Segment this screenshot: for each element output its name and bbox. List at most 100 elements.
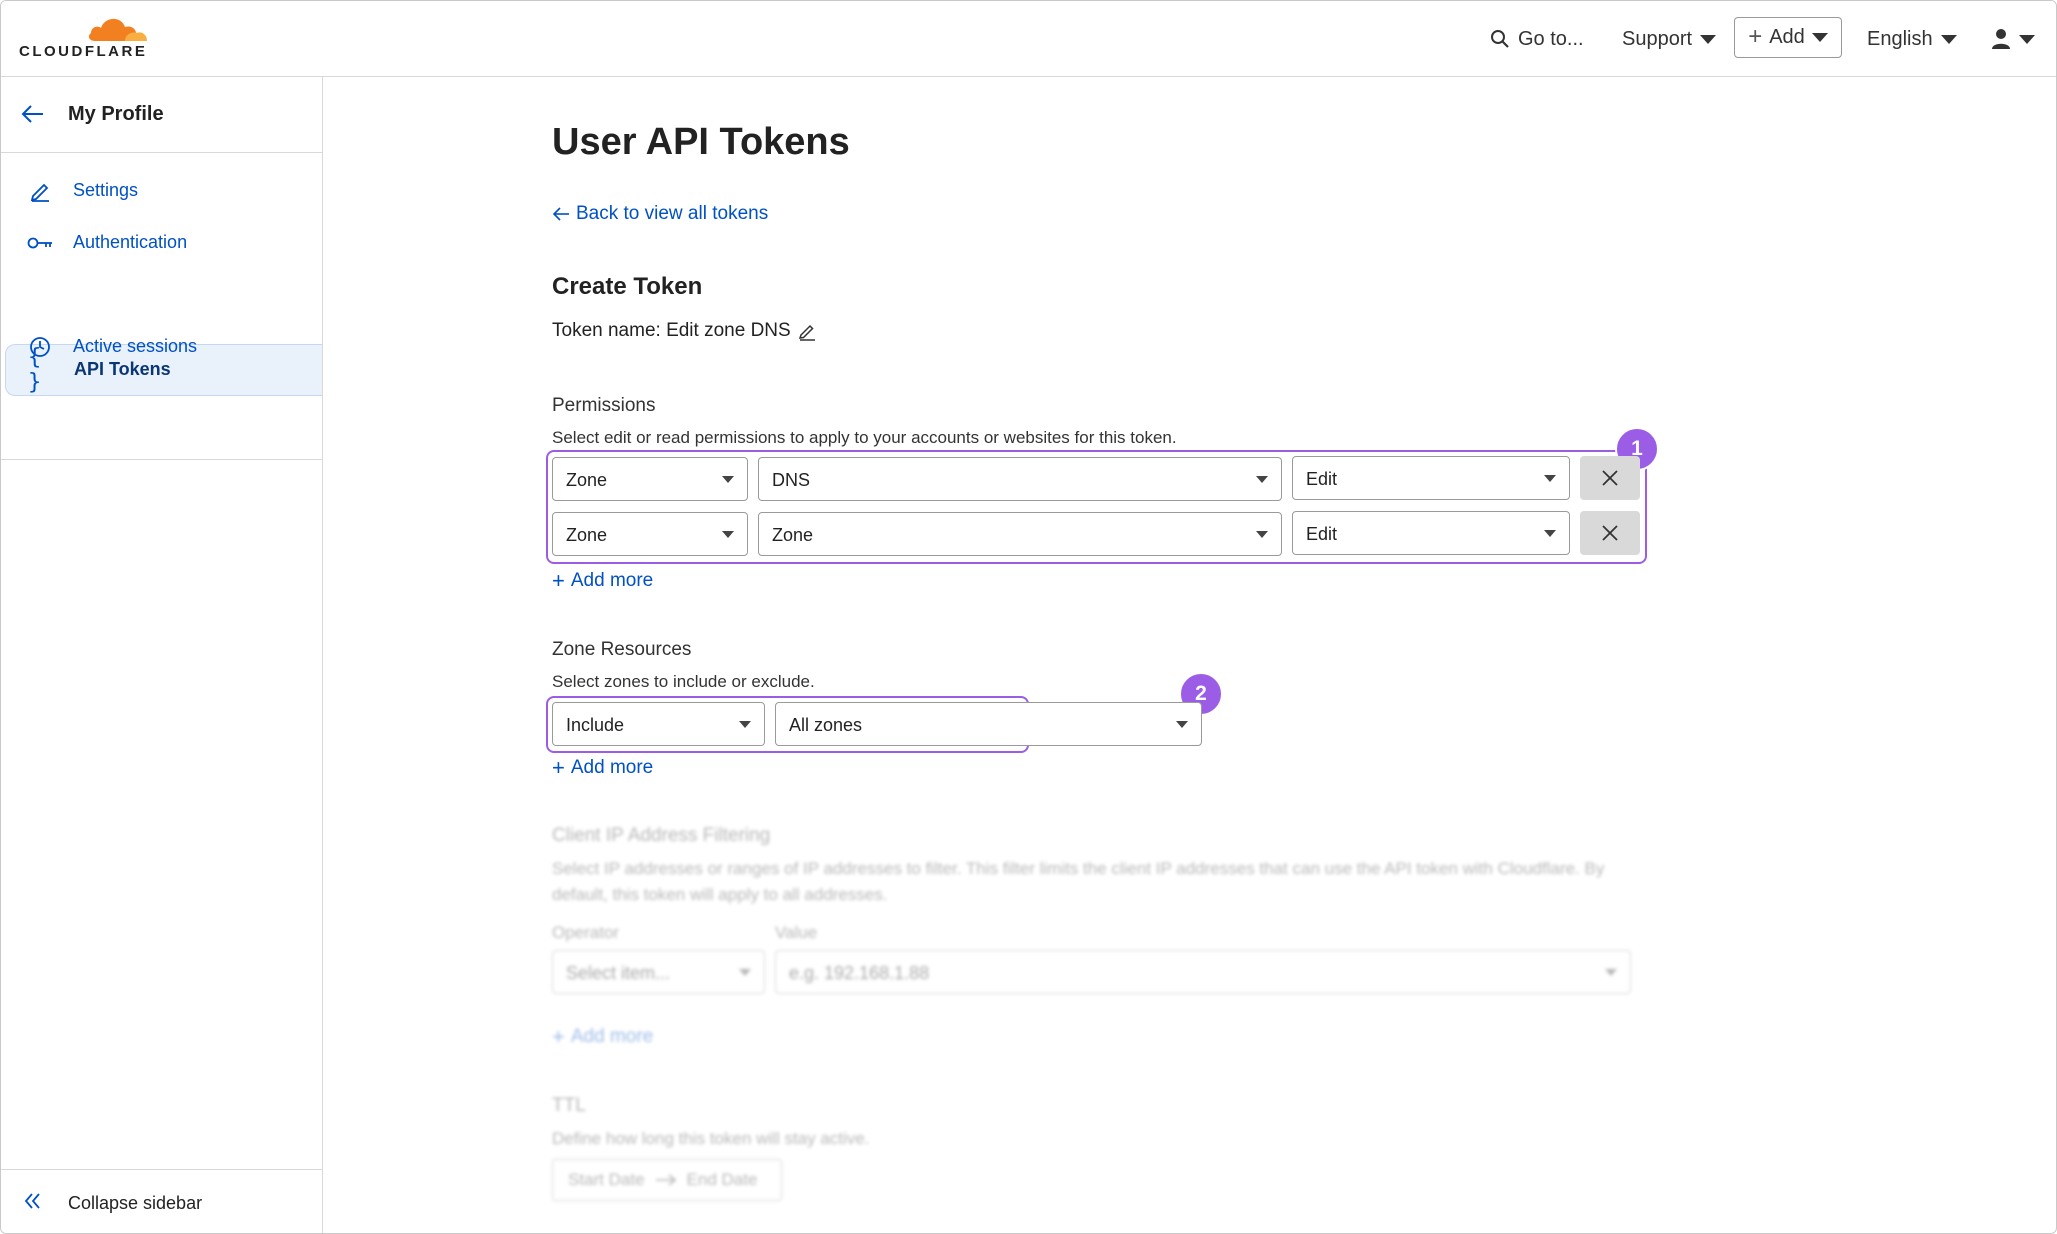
- support-menu[interactable]: Support: [1622, 25, 1717, 53]
- support-label: Support: [1622, 27, 1693, 50]
- select-value: DNS: [772, 470, 811, 490]
- operator-select[interactable]: Select item...: [552, 950, 765, 994]
- close-icon: [1602, 470, 1618, 486]
- permission-scope-select[interactable]: Zone: [552, 457, 748, 501]
- ttl-label: TTL: [552, 1095, 586, 1116]
- cloudflare-logo[interactable]: CLOUDFLARE: [19, 11, 159, 61]
- app-window: CLOUDFLARE Go to... Support + Add Englis…: [0, 0, 2057, 1234]
- dropdown-caret-icon: [1256, 476, 1268, 483]
- dropdown-caret-icon: [722, 531, 734, 538]
- sidebar-item-active-sessions[interactable]: Active sessions: [5, 322, 322, 372]
- dropdown-caret-icon: [722, 476, 734, 483]
- ttl-date-range[interactable]: Start Date End Date: [552, 1159, 782, 1201]
- value-label: Value: [775, 923, 818, 942]
- token-name-text: Token name: Edit zone DNS: [552, 320, 791, 341]
- input-placeholder: e.g. 192.168.1.88: [789, 963, 930, 983]
- add-button[interactable]: + Add: [1734, 17, 1842, 58]
- add-permission-link[interactable]: + Add more: [552, 570, 653, 592]
- permission-scope-select[interactable]: Zone: [552, 512, 748, 556]
- permission-resource-select[interactable]: Zone: [758, 512, 1282, 556]
- goto-label: Go to...: [1518, 27, 1584, 50]
- arrow-right-icon: [655, 1174, 676, 1186]
- arrow-left-icon: [552, 207, 569, 221]
- language-menu[interactable]: English: [1867, 25, 1957, 53]
- plus-icon: +: [1748, 22, 1763, 50]
- user-menu[interactable]: [1991, 25, 2035, 53]
- close-icon: [1602, 525, 1618, 541]
- ip-filtering-description-2: default, this token will apply to all ad…: [552, 885, 888, 904]
- dropdown-caret-icon: [1605, 969, 1617, 976]
- dropdown-caret-icon: [1544, 475, 1556, 482]
- remove-permission-button[interactable]: [1580, 511, 1640, 555]
- dropdown-caret-icon: [1544, 530, 1556, 537]
- select-value: Select item...: [566, 963, 671, 983]
- permissions-label: Permissions: [552, 395, 656, 416]
- sidebar-item-settings[interactable]: Settings: [5, 166, 322, 216]
- language-label: English: [1867, 27, 1933, 50]
- page-title: User API Tokens: [552, 121, 850, 163]
- sidebar-item-label: Authentication: [73, 232, 188, 252]
- collapse-sidebar-button[interactable]: Collapse sidebar: [1, 1169, 322, 1233]
- dropdown-caret-icon: [739, 969, 751, 976]
- permission-resource-select[interactable]: DNS: [758, 457, 1282, 501]
- ttl-description: Define how long this token will stay act…: [552, 1129, 870, 1148]
- ip-filtering-label: Client IP Address Filtering: [552, 825, 771, 846]
- sidebar-back-header[interactable]: My Profile: [1, 77, 322, 153]
- start-date: Start Date: [568, 1170, 645, 1189]
- plus-icon: +: [552, 568, 565, 593]
- chevron-down-icon: [1811, 33, 1828, 42]
- ip-value-input[interactable]: e.g. 192.168.1.88: [775, 950, 1631, 994]
- search-icon: [1491, 30, 1509, 48]
- dropdown-caret-icon: [1256, 531, 1268, 538]
- disabled-lower-section: Client IP Address Filtering Select IP ad…: [323, 741, 2056, 1159]
- permission-access-select[interactable]: Edit: [1292, 456, 1570, 500]
- sidebar-nav: Settings Authentication { } API Tokens A…: [1, 153, 322, 460]
- ip-filtering-description: Select IP addresses or ranges of IP addr…: [552, 859, 1605, 878]
- add-more-label: Add more: [570, 570, 654, 591]
- add-ip-filter-link[interactable]: + Add more: [552, 1026, 653, 1048]
- operator-label: Operator: [552, 923, 620, 942]
- permissions-description: Select edit or read permissions to apply…: [552, 428, 1177, 447]
- goto-search[interactable]: Go to...: [1490, 25, 1584, 53]
- sidebar: My Profile Settings Authentication { } A…: [1, 77, 323, 1233]
- add-more-label: Add more: [570, 1026, 654, 1047]
- select-value: Edit: [1306, 469, 1338, 489]
- sidebar-item-label: Settings: [73, 180, 139, 200]
- clock-icon: [27, 335, 53, 359]
- zone-mode-select[interactable]: Include: [552, 702, 765, 746]
- edit-pencil-icon[interactable]: [797, 321, 817, 341]
- user-icon: [1992, 29, 2010, 49]
- remove-permission-button[interactable]: [1580, 456, 1640, 500]
- select-value: Zone: [772, 525, 814, 545]
- key-icon: [27, 231, 53, 255]
- arrow-left-icon: [21, 105, 43, 123]
- select-value: Zone: [566, 470, 608, 490]
- permission-access-select[interactable]: Edit: [1292, 511, 1570, 555]
- dropdown-caret-icon: [1176, 721, 1188, 728]
- zone-target-select[interactable]: All zones: [775, 702, 1202, 746]
- back-link-label: Back to view all tokens: [576, 203, 769, 224]
- select-value: Edit: [1306, 524, 1338, 544]
- collapse-sidebar-label: Collapse sidebar: [68, 1193, 203, 1213]
- sidebar-item-label: Active sessions: [73, 336, 198, 356]
- sidebar-item-authentication[interactable]: Authentication: [5, 218, 322, 268]
- top-header: CLOUDFLARE Go to... Support + Add Englis…: [1, 1, 2056, 77]
- back-to-tokens-link[interactable]: Back to view all tokens: [552, 203, 768, 225]
- select-value: All zones: [789, 715, 863, 735]
- plus-icon: +: [552, 1024, 565, 1049]
- chevron-down-icon: [1940, 34, 1957, 44]
- double-chevron-left-icon: [24, 1193, 40, 1209]
- zone-resources-label: Zone Resources: [552, 639, 692, 660]
- brand-wordmark: CLOUDFLARE: [19, 43, 148, 60]
- sidebar-title: My Profile: [68, 103, 164, 125]
- create-token-heading: Create Token: [552, 273, 703, 300]
- dropdown-caret-icon: [739, 721, 751, 728]
- add-label: Add: [1769, 26, 1805, 48]
- select-value: Zone: [566, 525, 608, 545]
- zone-resources-description: Select zones to include or exclude.: [552, 672, 815, 691]
- token-name-row: Token name: Edit zone DNS: [552, 320, 817, 342]
- pencil-icon: [27, 179, 53, 203]
- end-date: End Date: [686, 1170, 758, 1189]
- cloud-logo-icon: [88, 18, 147, 41]
- chevron-down-icon: [1700, 34, 1717, 44]
